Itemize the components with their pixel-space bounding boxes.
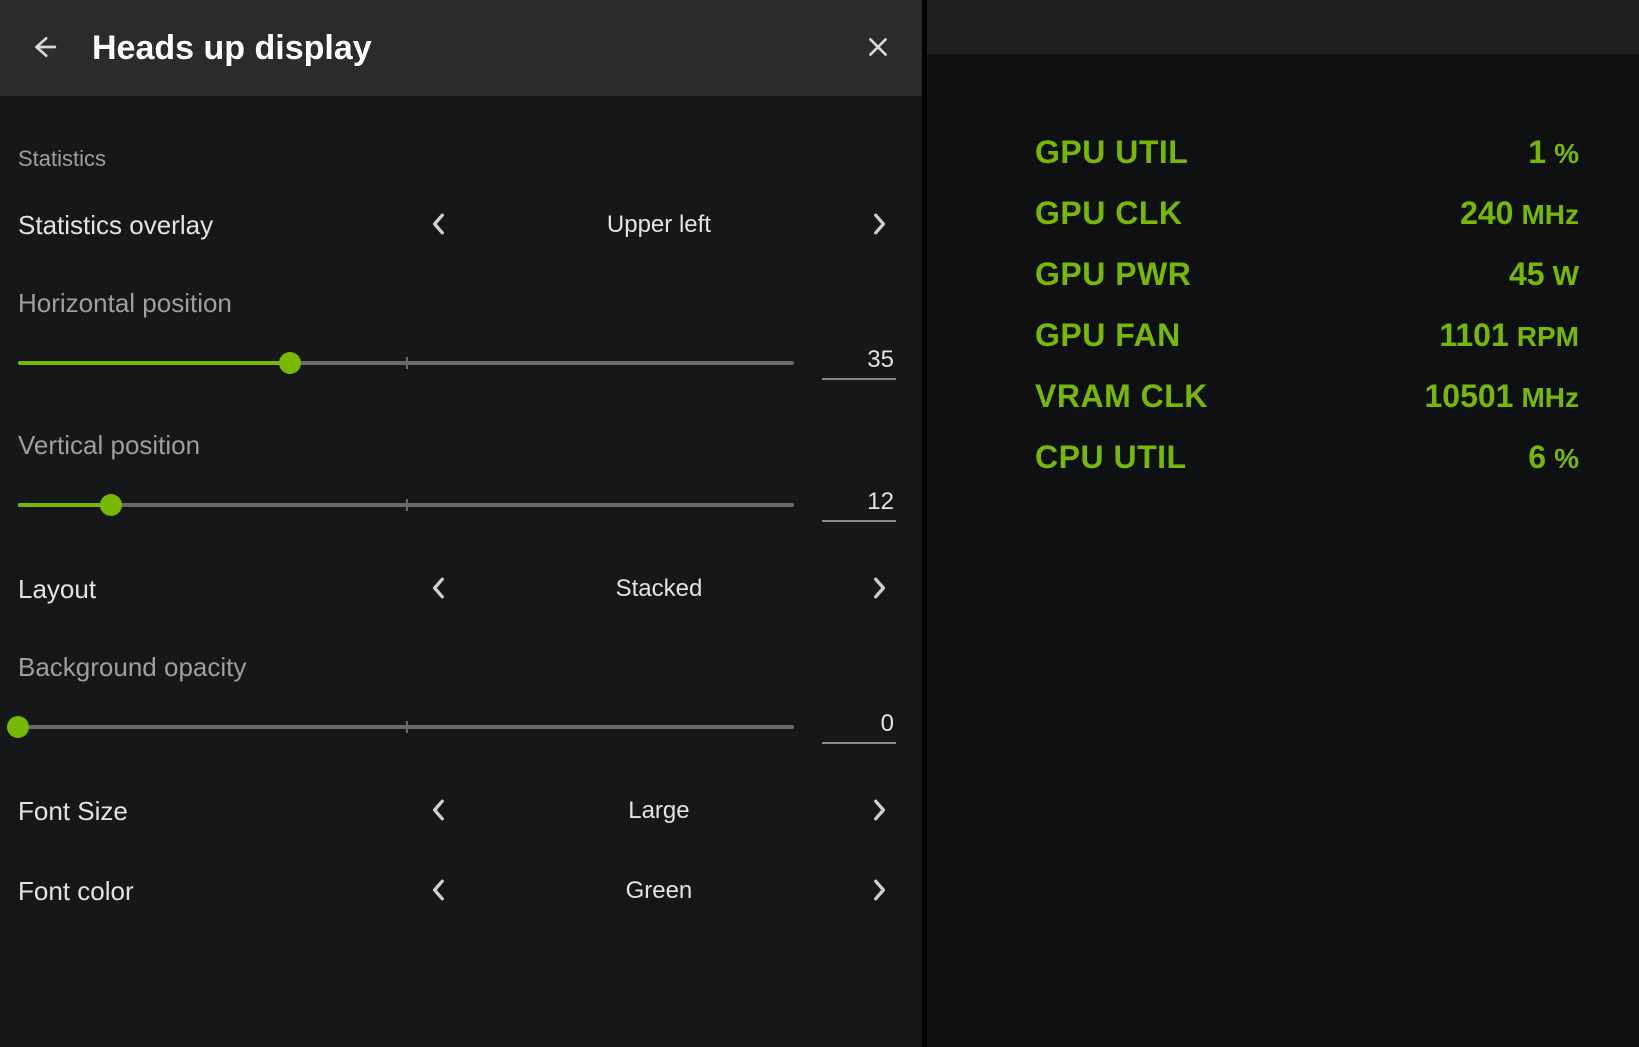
hud-label-gpu-util: GPU UTIL: [1035, 134, 1188, 171]
chevron-right-icon: [872, 879, 886, 904]
hud-label-gpu-clk: GPU CLK: [1035, 195, 1183, 232]
slider-tick: [406, 499, 408, 511]
slider-fill: [18, 361, 290, 365]
hud-label-gpu-pwr: GPU PWR: [1035, 256, 1191, 293]
hud-row-gpu-fan: GPU FAN 1101 RPM: [1035, 317, 1579, 354]
layout-value: Stacked: [456, 575, 862, 603]
fontsize-value: Large: [456, 797, 862, 825]
settings-panel: Heads up display Statistics Statistics o…: [0, 0, 922, 1047]
overlay-prev-button[interactable]: [422, 208, 456, 242]
hud-value-vram-clk: 10501 MHz: [1424, 378, 1579, 415]
selector-layout: Stacked: [422, 572, 896, 606]
chevron-left-icon: [432, 799, 446, 824]
close-button[interactable]: [858, 28, 898, 68]
hud-row-gpu-clk: GPU CLK 240 MHz: [1035, 195, 1579, 232]
hud-num: 45: [1509, 256, 1545, 293]
back-button[interactable]: [24, 28, 64, 68]
hud-unit: W: [1553, 260, 1579, 292]
hud-num: 10501: [1424, 378, 1513, 415]
hud-label-cpu-util: CPU UTIL: [1035, 439, 1187, 476]
hud-num: 1101: [1439, 317, 1508, 354]
slider-row-vpos: [18, 487, 896, 522]
setting-font-color: Font color Green: [18, 874, 896, 908]
hud-unit: %: [1554, 443, 1579, 475]
hud-row-gpu-util: GPU UTIL 1 %: [1035, 134, 1579, 171]
panel-header: Heads up display: [0, 0, 922, 96]
hud-unit: RPM: [1517, 321, 1579, 353]
fontcolor-value: Green: [456, 877, 862, 905]
vpos-slider[interactable]: [18, 503, 794, 507]
chevron-left-icon: [432, 213, 446, 238]
app-root: Heads up display Statistics Statistics o…: [0, 0, 1639, 1047]
arrow-left-icon: [31, 34, 57, 63]
preview-spacer: [927, 54, 1639, 134]
hud-value-gpu-util: 1 %: [1528, 134, 1579, 171]
bgopacity-input[interactable]: [822, 709, 896, 744]
slider-tick: [406, 357, 408, 369]
hud-label-vram-clk: VRAM CLK: [1035, 378, 1208, 415]
selector-font-size: Large: [422, 794, 896, 828]
slider-thumb[interactable]: [100, 494, 122, 516]
slider-thumb[interactable]: [279, 352, 301, 374]
hud-unit: MHz: [1521, 382, 1579, 414]
overlay-value: Upper left: [456, 211, 862, 239]
chevron-right-icon: [872, 577, 886, 602]
setting-background-opacity: Background opacity: [18, 652, 896, 744]
hud-value-gpu-pwr: 45 W: [1509, 256, 1579, 293]
chevron-right-icon: [872, 213, 886, 238]
label-font-color: Font color: [18, 876, 422, 907]
hud-num: 240: [1460, 195, 1513, 232]
label-background-opacity: Background opacity: [18, 652, 896, 683]
close-icon: [865, 34, 891, 63]
setting-statistics-overlay: Statistics overlay Upper left: [18, 208, 896, 242]
setting-vertical-position: Vertical position: [18, 430, 896, 522]
hud-row-vram-clk: VRAM CLK 10501 MHz: [1035, 378, 1579, 415]
hud-value-cpu-util: 6 %: [1528, 439, 1579, 476]
hud-value-gpu-clk: 240 MHz: [1460, 195, 1579, 232]
label-horizontal-position: Horizontal position: [18, 288, 896, 319]
hud-unit: %: [1554, 138, 1579, 170]
hud-row-gpu-pwr: GPU PWR 45 W: [1035, 256, 1579, 293]
hud-label-gpu-fan: GPU FAN: [1035, 317, 1181, 354]
slider-tick: [406, 721, 408, 733]
chevron-left-icon: [432, 879, 446, 904]
slider-thumb[interactable]: [7, 716, 29, 738]
bgopacity-slider[interactable]: [18, 725, 794, 729]
preview-pane: GPU UTIL 1 % GPU CLK 240 MHz GPU PWR 45 …: [922, 0, 1639, 1047]
section-label-statistics: Statistics: [18, 146, 896, 172]
hud-num: 6: [1528, 439, 1546, 476]
hud-value-gpu-fan: 1101 RPM: [1439, 317, 1579, 354]
chevron-right-icon: [872, 799, 886, 824]
setting-layout: Layout Stacked: [18, 572, 896, 606]
chevron-left-icon: [432, 577, 446, 602]
hpos-slider[interactable]: [18, 361, 794, 365]
selector-font-color: Green: [422, 874, 896, 908]
hud-row-cpu-util: CPU UTIL 6 %: [1035, 439, 1579, 476]
preview-topbar: [927, 0, 1639, 54]
label-layout: Layout: [18, 574, 422, 605]
slider-fill: [18, 503, 111, 507]
layout-next-button[interactable]: [862, 572, 896, 606]
page-title: Heads up display: [92, 29, 830, 68]
setting-font-size: Font Size Large: [18, 794, 896, 828]
panel-body[interactable]: Statistics Statistics overlay Upper left…: [0, 96, 922, 1047]
selector-statistics-overlay: Upper left: [422, 208, 896, 242]
overlay-next-button[interactable]: [862, 208, 896, 242]
label-font-size: Font Size: [18, 796, 422, 827]
label-statistics-overlay: Statistics overlay: [18, 210, 422, 241]
hud-overlay: GPU UTIL 1 % GPU CLK 240 MHz GPU PWR 45 …: [927, 134, 1639, 500]
layout-prev-button[interactable]: [422, 572, 456, 606]
hud-num: 1: [1528, 134, 1546, 171]
fontsize-prev-button[interactable]: [422, 794, 456, 828]
setting-horizontal-position: Horizontal position: [18, 288, 896, 380]
slider-row-bgopacity: [18, 709, 896, 744]
hpos-input[interactable]: [822, 345, 896, 380]
hud-unit: MHz: [1521, 199, 1579, 231]
label-vertical-position: Vertical position: [18, 430, 896, 461]
vpos-input[interactable]: [822, 487, 896, 522]
fontcolor-prev-button[interactable]: [422, 874, 456, 908]
fontsize-next-button[interactable]: [862, 794, 896, 828]
fontcolor-next-button[interactable]: [862, 874, 896, 908]
slider-row-hpos: [18, 345, 896, 380]
